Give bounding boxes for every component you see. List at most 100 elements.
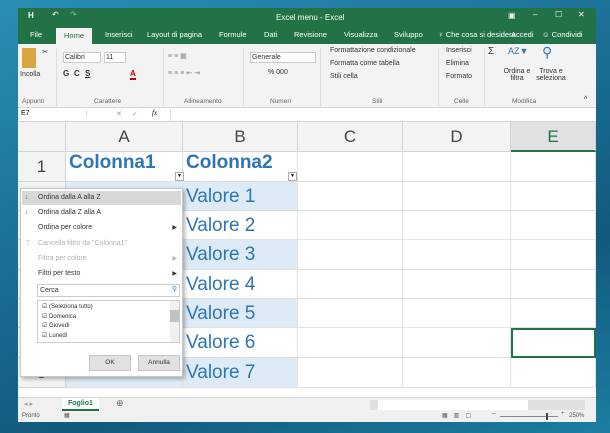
column-header-b[interactable]: B	[183, 122, 298, 152]
autosum-icon[interactable]: Σ	[488, 46, 494, 57]
minimize-button[interactable]: –	[533, 10, 537, 19]
row-header-1[interactable]: 1	[18, 152, 66, 182]
macro-record-icon[interactable]: ▦	[64, 412, 70, 419]
ribbon-options-icon[interactable]: ▣	[508, 11, 516, 20]
cell-b8[interactable]: Valore 7	[183, 358, 298, 388]
format-cells-button[interactable]: Formato	[446, 73, 472, 80]
align-icons-2[interactable]: ≡≡≡⇤⇥	[168, 69, 202, 77]
name-box[interactable]: E7	[21, 110, 87, 117]
cell-e4[interactable]	[511, 240, 596, 270]
worksheet-grid[interactable]: A B C D E 12Valore 13Valore 24Valore 35V…	[18, 122, 596, 397]
font-color-icon[interactable]: A	[130, 69, 136, 80]
add-sheet-icon[interactable]: ⊕	[116, 398, 124, 409]
column-header-e[interactable]: E	[511, 122, 596, 152]
bold-button[interactable]: G	[63, 69, 69, 78]
enter-icon[interactable]: ✓	[132, 110, 138, 118]
cell-c7[interactable]	[298, 328, 403, 358]
sheet-nav-arrows[interactable]: ◂ ▸	[24, 400, 33, 408]
selected-cell-e7[interactable]	[511, 328, 596, 358]
cell-d4[interactable]	[403, 240, 511, 270]
tab-home[interactable]: Home	[56, 28, 93, 44]
filter-value-item[interactable]: ☑ Domenica	[42, 313, 175, 323]
cell-c3[interactable]	[298, 211, 403, 240]
filter-value-item[interactable]: ☑ Giovedì	[42, 322, 175, 332]
column-header-a[interactable]: A	[66, 122, 183, 152]
tab-dati[interactable]: Dati	[264, 30, 277, 39]
share-button[interactable]: ☺ Condividi	[542, 30, 583, 39]
format-as-table-button[interactable]: Formatta come tabella	[330, 60, 400, 67]
sheet-tab-foglio1[interactable]: Foglio1	[62, 398, 99, 411]
cell-e1[interactable]	[511, 152, 596, 182]
tab-sviluppo[interactable]: Sviluppo	[394, 30, 423, 39]
cell-b7[interactable]: Valore 6	[183, 328, 298, 358]
cancel-button[interactable]: Annulla	[138, 355, 180, 371]
filter-search-input[interactable]: Cerca ⚲	[37, 284, 180, 297]
cell-d2[interactable]	[403, 182, 511, 211]
formula-input[interactable]	[170, 109, 590, 121]
undo-icon[interactable]: ↶	[52, 10, 59, 19]
view-buttons[interactable]: ▦▥▢	[442, 412, 477, 419]
maximize-button[interactable]: ☐	[555, 10, 562, 19]
cell-d3[interactable]	[403, 211, 511, 240]
list-scrollbar[interactable]	[170, 301, 179, 342]
tab-visualizza[interactable]: Visualizza	[344, 30, 378, 39]
cell-c6[interactable]	[298, 299, 403, 328]
number-format-select[interactable]: Generale	[250, 52, 316, 63]
filter-dropdown-a[interactable]: ▼	[175, 172, 184, 181]
underline-button[interactable]: S	[85, 69, 90, 78]
tab-formule[interactable]: Formule	[219, 30, 247, 39]
redo-icon[interactable]: ↷	[70, 10, 77, 19]
percent-button[interactable]: % 000	[268, 69, 288, 76]
sort-z-a[interactable]: ↓ Ordina dalla Z alla A	[22, 206, 181, 220]
cell-e8[interactable]	[511, 358, 596, 388]
zoom-in-button[interactable]: +	[561, 411, 565, 417]
filter-value-item[interactable]: ☑ Lunedì	[42, 332, 175, 342]
insert-function-icon[interactable]: fx	[152, 109, 157, 117]
cell-b3[interactable]: Valore 2	[183, 211, 298, 240]
column-header-c[interactable]: C	[298, 122, 403, 152]
delete-cells-button[interactable]: Elimina	[446, 60, 469, 67]
cell-e6[interactable]	[511, 299, 596, 328]
font-size-select[interactable]: 11	[104, 52, 126, 63]
cell-d6[interactable]	[403, 299, 511, 328]
cell-styles-button[interactable]: Stili cella	[330, 73, 358, 80]
cell-d5[interactable]	[403, 270, 511, 299]
cell-c5[interactable]	[298, 270, 403, 299]
font-name-select[interactable]: Calibri	[63, 52, 101, 63]
cell-b4[interactable]: Valore 3	[183, 240, 298, 270]
cell-a1[interactable]: Colonna1	[66, 152, 183, 182]
tab-revisione[interactable]: Revisione	[294, 30, 327, 39]
cell-d1[interactable]	[403, 152, 511, 182]
cell-c4[interactable]	[298, 240, 403, 270]
sort-filter-button[interactable]: Ordina e filtra	[502, 68, 532, 82]
cell-d7[interactable]	[403, 328, 511, 358]
collapse-ribbon-icon[interactable]: ^	[584, 96, 587, 103]
cell-b5[interactable]: Valore 4	[183, 270, 298, 299]
filter-value-item[interactable]: ☑ (Seleziona tutto)	[42, 303, 175, 313]
sort-a-z[interactable]: ↓ Ordina dalla A alla Z	[22, 191, 181, 205]
cell-d8[interactable]	[403, 358, 511, 388]
filter-dropdown-b[interactable]: ▼	[288, 172, 297, 181]
cell-e5[interactable]	[511, 270, 596, 299]
zoom-slider[interactable]	[500, 413, 558, 420]
cell-c2[interactable]	[298, 182, 403, 211]
cut-icon[interactable]: ✂	[42, 48, 48, 56]
cell-e2[interactable]	[511, 182, 596, 211]
align-icons[interactable]: ≡≡▦	[168, 52, 189, 60]
paste-button[interactable]: Incolla	[20, 71, 40, 78]
column-header-d[interactable]: D	[403, 122, 511, 152]
tell-me-search[interactable]: ♀ Che cosa si desidera	[438, 30, 516, 39]
tab-file[interactable]: File	[30, 30, 42, 39]
conditional-formatting-button[interactable]: Formattazione condizionale	[330, 47, 416, 54]
italic-button[interactable]: C	[74, 69, 80, 78]
find-select-button[interactable]: Trova e seleziona	[533, 68, 569, 82]
close-button[interactable]: ✕	[578, 10, 585, 19]
select-all-corner[interactable]	[18, 122, 66, 152]
sort-by-color[interactable]: Ordina per colore ▶	[22, 221, 181, 235]
paste-icon[interactable]	[22, 48, 36, 68]
cell-b1[interactable]: Colonna2	[183, 152, 298, 182]
cell-b6[interactable]: Valore 5	[183, 299, 298, 328]
cell-e3[interactable]	[511, 211, 596, 240]
ok-button[interactable]: OK	[89, 355, 131, 371]
zoom-out-button[interactable]: –	[492, 411, 495, 417]
